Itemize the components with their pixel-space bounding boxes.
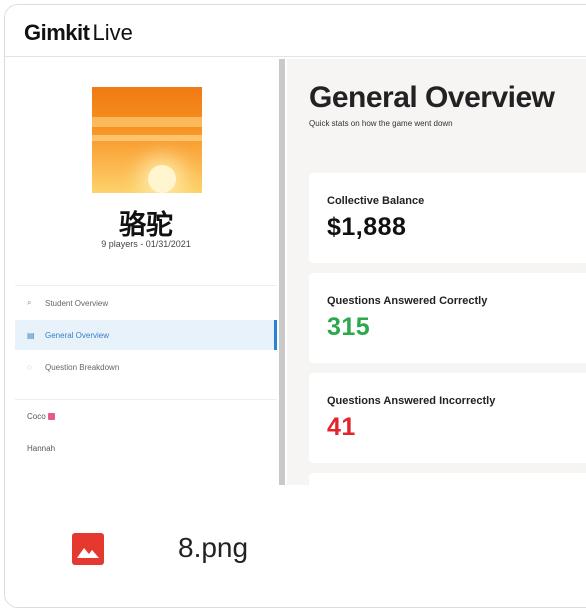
stat-value: $1,888 — [327, 213, 407, 241]
stat-label: Collective Balance — [327, 195, 425, 207]
player-name: Coco — [27, 411, 46, 421]
stat-card-incorrect: Questions Answered Incorrectly 41 — [309, 373, 586, 463]
image-file-icon — [72, 533, 104, 565]
cloud-streak — [92, 135, 202, 141]
sidebar-item-question-breakdown[interactable]: ◌ Question Breakdown — [15, 352, 277, 382]
sun — [148, 165, 176, 193]
gimkit-logo[interactable]: Gimkit Live — [24, 20, 133, 46]
stat-card-partial — [309, 473, 586, 485]
cloud-streak — [92, 117, 202, 127]
page-subtitle: Quick stats on how the game went down — [309, 119, 453, 128]
stat-label: Questions Answered Incorrectly — [327, 395, 496, 407]
page-title: General Overview — [309, 81, 555, 114]
file-name: 8.png — [178, 532, 249, 563]
sidebar-item-label: General Overview — [45, 330, 110, 340]
stat-card-correct: Questions Answered Correctly 315 — [309, 273, 586, 363]
stat-value: 41 — [327, 413, 356, 441]
sidebar-item-label: Student Overview — [45, 298, 109, 308]
sidebar: 骆驼 9 players - 01/31/2021 ⌕ Student Over… — [15, 59, 277, 485]
list-icon: ▤ — [27, 330, 35, 340]
sidebar-scrollbar[interactable] — [279, 59, 285, 485]
brand-light: Live — [92, 20, 133, 45]
top-bar: Gimkit Live — [5, 5, 586, 57]
stat-label: Questions Answered Correctly — [327, 295, 488, 307]
game-thumbnail — [92, 87, 202, 193]
game-title: 骆驼 — [119, 210, 173, 241]
sidebar-item-general-overview[interactable]: ▤ General Overview — [15, 320, 277, 350]
game-meta: 9 players - 01/31/2021 — [101, 239, 191, 249]
player-item[interactable]: Coco — [15, 400, 277, 432]
sidebar-item-student-overview[interactable]: ⌕ Student Overview — [15, 288, 277, 318]
search-icon: ⌕ — [27, 298, 32, 307]
file-preview-card[interactable]: Gimkit Live 骆驼 9 players - 01/31/2021 ⌕ S… — [4, 4, 586, 608]
player-item[interactable]: Hannah — [15, 432, 277, 464]
brand-bold: Gimkit — [24, 20, 90, 45]
stat-card-balance: Collective Balance $1,888 — [309, 173, 586, 263]
flag-icon — [47, 412, 55, 420]
sidebar-nav: ⌕ Student Overview ▤ General Overview ◌ … — [15, 285, 277, 382]
file-info-row[interactable]: 8.png — [5, 485, 586, 607]
main-panel: General Overview Quick stats on how the … — [287, 59, 586, 485]
stat-value: 315 — [327, 313, 371, 341]
player-name: Hannah — [27, 443, 56, 453]
question-icon: ◌ — [27, 362, 32, 372]
screenshot-preview: Gimkit Live 骆驼 9 players - 01/31/2021 ⌕ S… — [5, 5, 586, 485]
player-list: Coco Hannah — [15, 399, 277, 464]
sidebar-item-label: Question Breakdown — [45, 362, 120, 372]
